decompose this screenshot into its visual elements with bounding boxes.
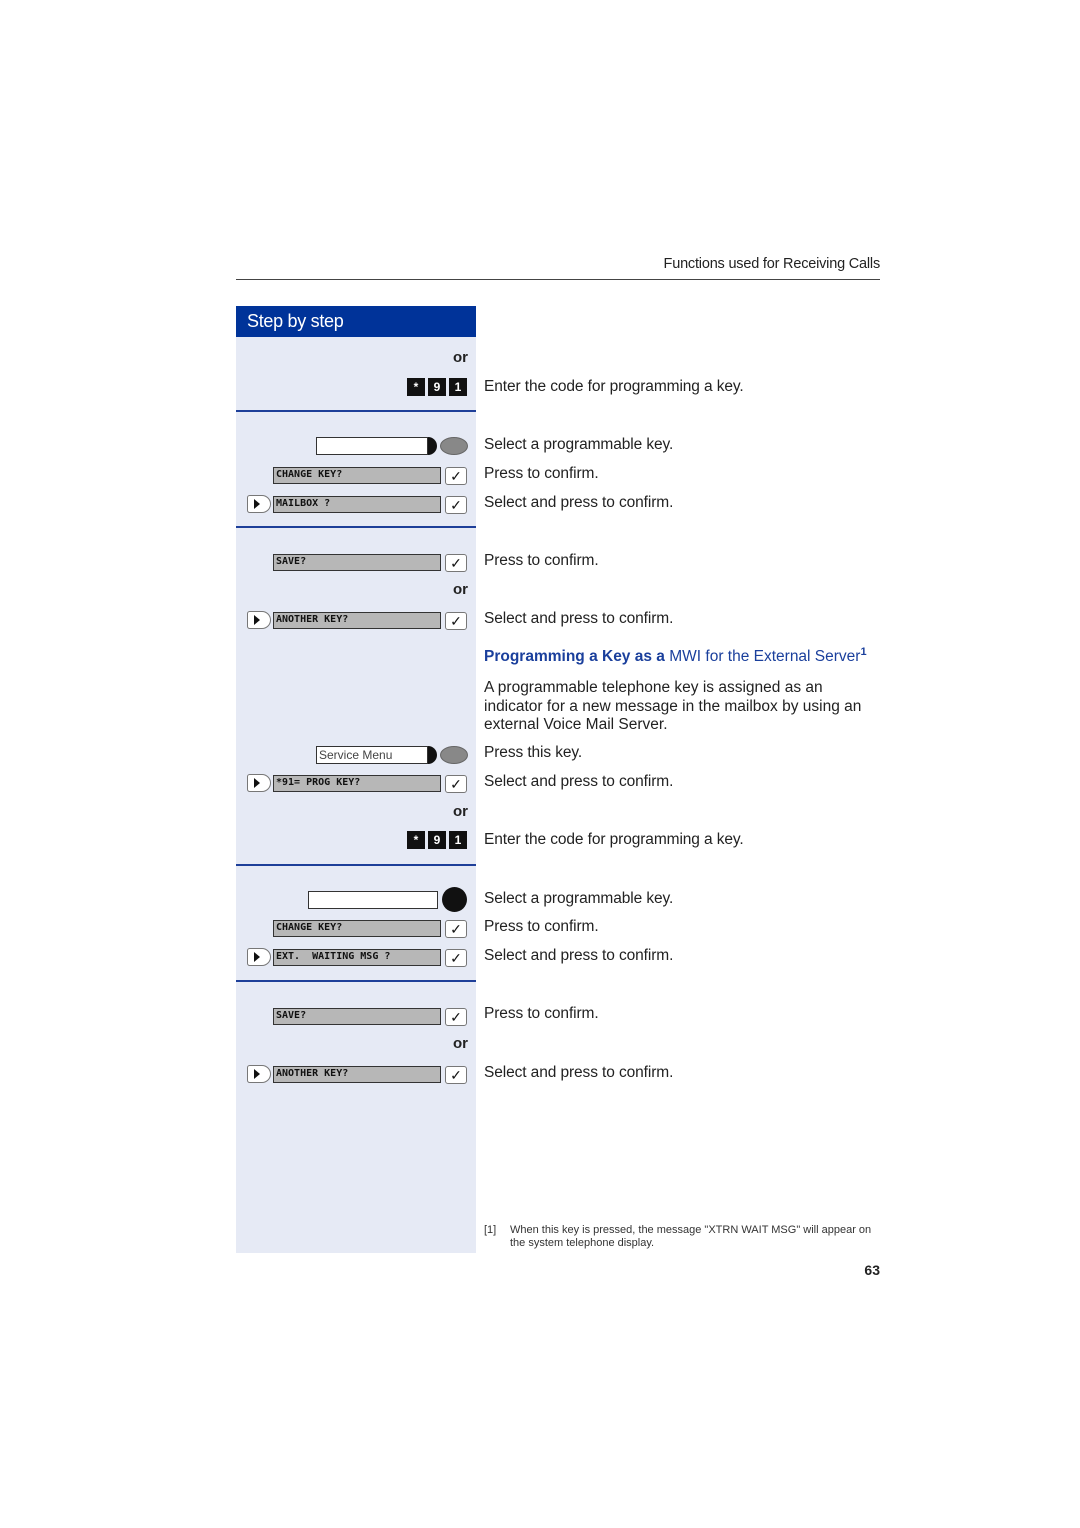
step-text: Select and press to confirm. xyxy=(484,610,674,627)
key-led-icon xyxy=(440,746,468,764)
display-prog-key: *91= PROG KEY? xyxy=(273,775,441,792)
display-another-key: ANOTHER KEY? xyxy=(273,1066,441,1083)
or-label: or xyxy=(453,803,468,820)
display-save: SAVE? xyxy=(273,1008,441,1025)
step-text: Press to confirm. xyxy=(484,552,599,569)
section-separator xyxy=(236,864,476,866)
display-another-key: ANOTHER KEY? xyxy=(273,612,441,629)
display-change-key: CHANGE KEY? xyxy=(273,920,441,937)
scroll-arrow-icon[interactable] xyxy=(247,495,271,513)
section-separator xyxy=(236,526,476,528)
step-text: Select a programmable key. xyxy=(484,890,674,907)
confirm-check-icon[interactable]: ✓ xyxy=(445,554,467,572)
key-led-on-icon xyxy=(442,887,467,912)
confirm-check-icon[interactable]: ✓ xyxy=(445,920,467,938)
scroll-arrow-icon[interactable] xyxy=(247,774,271,792)
star-key-icon: * xyxy=(407,831,425,849)
digit-1-key-icon: 1 xyxy=(449,378,467,396)
header-rule xyxy=(236,279,880,280)
section-heading-bold: Programming a Key as a xyxy=(484,648,665,666)
display-change-key: CHANGE KEY? xyxy=(273,467,441,484)
section-separator xyxy=(236,410,476,412)
step-text: Select and press to confirm. xyxy=(484,773,674,790)
step-text: Select and press to confirm. xyxy=(484,1064,674,1081)
page-number: 63 xyxy=(864,1262,880,1278)
confirm-check-icon[interactable]: ✓ xyxy=(445,1066,467,1084)
confirm-check-icon[interactable]: ✓ xyxy=(445,1008,467,1026)
digit-1-key-icon: 1 xyxy=(449,831,467,849)
keypad-code: * 9 1 xyxy=(407,378,467,396)
step-text: Press to confirm. xyxy=(484,1005,599,1022)
digit-9-key-icon: 9 xyxy=(428,831,446,849)
step-text: Select and press to confirm. xyxy=(484,947,674,964)
footnote-text: When this key is pressed, the message "X… xyxy=(510,1224,872,1249)
section-separator xyxy=(236,980,476,982)
footnote: [1] When this key is pressed, the messag… xyxy=(484,1224,884,1250)
step-text: Select a programmable key. xyxy=(484,436,674,453)
display-ext-waiting-msg: EXT. WAITING MSG ? xyxy=(273,949,441,966)
step-text: Press to confirm. xyxy=(484,918,599,935)
step-text: Press this key. xyxy=(484,744,583,761)
programmable-key-field[interactable] xyxy=(316,437,428,455)
step-text: Select and press to confirm. xyxy=(484,494,674,511)
confirm-check-icon[interactable]: ✓ xyxy=(445,612,467,630)
section-heading: Programming a Key as a MWI for the Exter… xyxy=(484,646,867,666)
display-save: SAVE? xyxy=(273,554,441,571)
step-text: Press to confirm. xyxy=(484,465,599,482)
or-label: or xyxy=(453,349,468,366)
running-title: Functions used for Receiving Calls xyxy=(663,256,881,272)
confirm-check-icon[interactable]: ✓ xyxy=(445,949,467,967)
or-label: or xyxy=(453,1035,468,1052)
key-led-icon xyxy=(440,437,468,455)
scroll-arrow-icon[interactable] xyxy=(247,948,271,966)
scroll-arrow-icon[interactable] xyxy=(247,611,271,629)
step-text: Enter the code for programming a key. xyxy=(484,831,744,848)
scroll-arrow-icon[interactable] xyxy=(247,1065,271,1083)
section-paragraph: A programmable telephone key is assigned… xyxy=(484,679,862,733)
step-text: Enter the code for programming a key. xyxy=(484,378,744,395)
digit-9-key-icon: 9 xyxy=(428,378,446,396)
keypad-code: * 9 1 xyxy=(407,831,467,849)
confirm-check-icon[interactable]: ✓ xyxy=(445,496,467,514)
confirm-check-icon[interactable]: ✓ xyxy=(445,467,467,485)
display-mailbox: MAILBOX ? xyxy=(273,496,441,513)
confirm-check-icon[interactable]: ✓ xyxy=(445,775,467,793)
or-label: or xyxy=(453,581,468,598)
service-menu-key[interactable]: Service Menu xyxy=(316,746,428,764)
footnote-number: [1] xyxy=(484,1224,497,1236)
star-key-icon: * xyxy=(407,378,425,396)
section-heading-rest: MWI for the External Server xyxy=(669,648,861,666)
programmable-key-field[interactable] xyxy=(308,891,438,909)
footnote-ref: 1 xyxy=(860,646,867,658)
sidebar-title: Step by step xyxy=(236,306,476,337)
